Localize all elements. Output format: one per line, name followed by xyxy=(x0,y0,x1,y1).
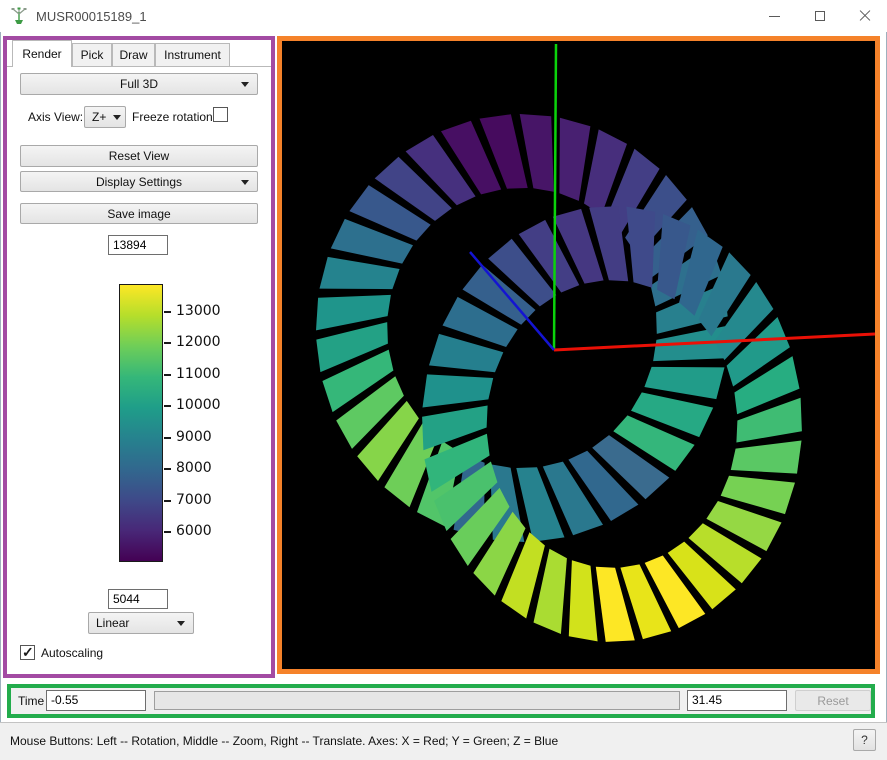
time-min-input[interactable]: -0.55 xyxy=(46,690,146,711)
colorbar-tick-label: 13000 xyxy=(176,303,221,319)
time-bar: Time -0.55 31.45 Reset xyxy=(7,684,875,718)
axis-view-label: Axis View: xyxy=(28,110,83,124)
maximize-icon xyxy=(815,11,825,21)
colorbar-ticks: 13000 12000 11000 10000 9000 8000 7000 6000 xyxy=(164,284,264,562)
freeze-rotation-label: Freeze rotation xyxy=(132,110,213,124)
colorbar-tick-label: 10000 xyxy=(176,397,221,413)
status-text: Mouse Buttons: Left -- Rotation, Middle … xyxy=(10,734,558,748)
minimize-icon xyxy=(769,16,780,17)
scale-type-select[interactable]: Linear xyxy=(88,612,194,634)
title-bar: MUSR00015189_1 xyxy=(0,0,887,32)
colorbar-tick-mark xyxy=(164,500,171,502)
time-reset-label: Reset xyxy=(817,694,848,708)
colorbar-tick-mark xyxy=(164,405,171,407)
maximize-button[interactable] xyxy=(797,0,842,32)
front-detector-ring-segment[interactable] xyxy=(569,560,598,641)
colorbar-tick-mark xyxy=(164,342,171,344)
instrument-3d-scene[interactable] xyxy=(282,41,875,669)
axis-view-select[interactable]: Z+ xyxy=(84,106,126,128)
tab-instrument[interactable]: Instrument xyxy=(155,43,230,66)
colorbar-gradient[interactable] xyxy=(119,284,163,562)
scale-max-input[interactable]: 13894 xyxy=(108,235,168,255)
time-slider[interactable] xyxy=(154,691,680,710)
freeze-rotation-checkbox[interactable] xyxy=(213,107,228,122)
control-panel: Render Pick Draw Instrument Full 3D Axis… xyxy=(3,36,275,678)
instrument-view-window: { "window": { "title": "MUSR00015189_1" … xyxy=(0,0,887,760)
colorbar-tick-mark xyxy=(164,468,171,470)
back-detector-ring-segment[interactable] xyxy=(559,118,590,201)
mantid-app-icon xyxy=(10,7,28,25)
tab-draw[interactable]: Draw xyxy=(112,43,155,66)
scale-type-value: Linear xyxy=(96,616,129,630)
reset-view-label: Reset View xyxy=(109,149,169,163)
chevron-down-icon xyxy=(241,180,249,185)
display-settings-label: Display Settings xyxy=(96,175,182,189)
minimize-button[interactable] xyxy=(752,0,797,32)
window-title: MUSR00015189_1 xyxy=(36,9,147,24)
colorbar-tick-label: 12000 xyxy=(176,334,221,350)
axis-view-value: Z+ xyxy=(92,110,106,124)
tab-render-label: Render xyxy=(22,47,61,61)
time-reset-button[interactable]: Reset xyxy=(795,690,871,711)
front-detector-ring-segment[interactable] xyxy=(626,207,655,288)
help-button[interactable]: ? xyxy=(853,729,876,751)
time-label: Time xyxy=(18,694,44,708)
tab-pick[interactable]: Pick xyxy=(72,43,112,66)
back-detector-ring-segment[interactable] xyxy=(644,367,724,399)
autoscaling-label: Autoscaling xyxy=(41,646,103,660)
tab-draw-label: Draw xyxy=(119,48,147,62)
colorbar-tick-label: 6000 xyxy=(176,523,212,539)
save-image-label: Save image xyxy=(107,207,170,221)
colorbar-tick-mark xyxy=(164,374,171,376)
chevron-down-icon xyxy=(241,82,249,87)
y-axis-green xyxy=(554,44,556,350)
projection-value: Full 3D xyxy=(120,77,158,91)
colorbar-tick-label: 11000 xyxy=(176,366,221,382)
colorbar-tick-mark xyxy=(164,311,171,313)
colorbar-tick-mark xyxy=(164,437,171,439)
time-max-input[interactable]: 31.45 xyxy=(687,690,787,711)
chevron-down-icon xyxy=(177,621,185,626)
projection-select[interactable]: Full 3D xyxy=(20,73,258,95)
colorbar-tick-label: 9000 xyxy=(176,429,212,445)
back-detector-ring-segment[interactable] xyxy=(320,257,400,289)
front-detector-ring-segment[interactable] xyxy=(423,374,494,407)
display-settings-button[interactable]: Display Settings xyxy=(20,171,258,192)
tab-pick-label: Pick xyxy=(81,48,104,62)
scale-min-input[interactable]: 5044 xyxy=(108,589,168,609)
chevron-down-icon xyxy=(113,115,121,120)
tab-render[interactable]: Render xyxy=(12,40,72,67)
status-bar: Mouse Buttons: Left -- Rotation, Middle … xyxy=(0,722,887,760)
front-detector-ring-segment[interactable] xyxy=(731,441,802,474)
close-icon xyxy=(859,10,871,22)
tab-instrument-label: Instrument xyxy=(164,48,221,62)
render-3d-view[interactable] xyxy=(277,36,880,674)
save-image-button[interactable]: Save image xyxy=(20,203,258,224)
autoscaling-checkbox[interactable] xyxy=(20,645,35,660)
colorbar-tick-label: 7000 xyxy=(176,492,212,508)
reset-view-button[interactable]: Reset View xyxy=(20,145,258,167)
close-button[interactable] xyxy=(842,0,887,32)
help-icon: ? xyxy=(861,733,868,747)
colorbar-tick-label: 8000 xyxy=(176,460,212,476)
colorbar-tick-mark xyxy=(164,531,171,533)
